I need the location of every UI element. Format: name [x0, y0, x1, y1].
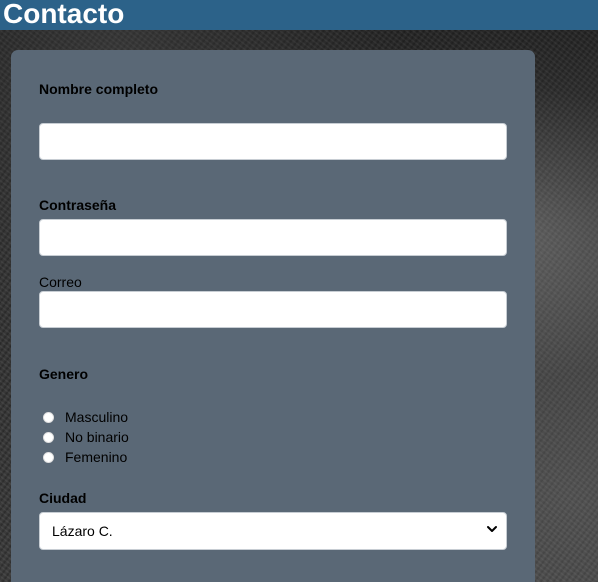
radio-label: No binario	[65, 429, 129, 445]
full-name-input[interactable]	[39, 123, 507, 160]
gender-option-no-binario[interactable]: No binario	[43, 428, 129, 446]
password-label: Contraseña	[39, 197, 117, 213]
page-header: Contacto	[0, 0, 598, 30]
radio-label: Femenino	[65, 449, 128, 465]
contact-form: Nombre completo Contraseña Correo Genero…	[11, 50, 535, 582]
password-input[interactable]	[39, 219, 507, 256]
city-select[interactable]: Lázaro C.	[39, 512, 507, 550]
page-title: Contacto	[3, 0, 125, 29]
radio-button[interactable]	[43, 431, 54, 443]
radio-label: Masculino	[65, 409, 129, 425]
full-name-label: Nombre completo	[39, 81, 159, 97]
city-label: Ciudad	[39, 490, 87, 506]
radio-button[interactable]	[43, 411, 54, 423]
gender-label: Genero	[39, 366, 89, 382]
email-label: Correo	[39, 274, 82, 290]
city-select-value: Lázaro C.	[52, 523, 113, 539]
radio-button[interactable]	[43, 451, 54, 463]
chevron-down-icon	[486, 522, 498, 540]
gender-option-masculino[interactable]: Masculino	[43, 408, 128, 426]
gender-option-femenino[interactable]: Femenino	[43, 448, 127, 466]
email-input[interactable]	[39, 291, 507, 328]
